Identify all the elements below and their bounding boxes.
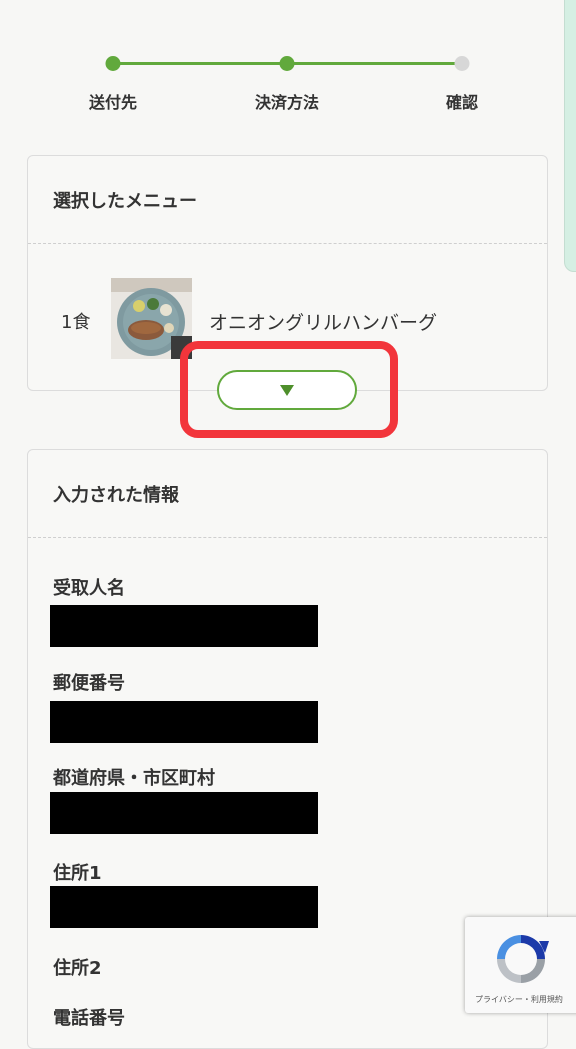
field-label-postal-code: 郵便番号 — [53, 673, 125, 694]
field-label-address2: 住所2 — [53, 958, 102, 979]
highlight-annotation — [180, 341, 398, 438]
step-label-shipping: 送付先 — [88, 93, 138, 112]
step-label-payment: 決済方法 — [254, 93, 320, 112]
field-label-recipient-name: 受取人名 — [53, 578, 125, 599]
field-label-address1: 住所1 — [53, 863, 102, 884]
redacted-postal-code — [50, 701, 318, 743]
selected-menu-title: 選択したメニュー — [28, 156, 547, 244]
menu-item-name: オニオングリルハンバーグ — [209, 312, 438, 334]
recaptcha-badge[interactable]: プライバシー・利用規約 — [465, 917, 576, 1013]
step-dot-payment — [279, 56, 295, 71]
redacted-recipient-name — [50, 605, 318, 647]
stepper-line-1 — [113, 62, 287, 65]
step-dot-confirm — [454, 56, 470, 71]
redacted-address1 — [50, 886, 318, 928]
recaptcha-icon — [497, 935, 549, 983]
menu-item-quantity: 1食 — [61, 312, 91, 333]
menu-item-photo — [111, 278, 192, 359]
stepper-line-2 — [287, 62, 462, 65]
step-label-confirm: 確認 — [445, 93, 479, 112]
checkout-stepper: 送付先 決済方法 確認 — [0, 0, 576, 120]
field-label-phone: 電話番号 — [53, 1008, 125, 1029]
entered-info-title: 入力された情報 — [28, 450, 547, 538]
step-dot-shipping — [105, 56, 121, 71]
recaptcha-links[interactable]: プライバシー・利用規約 — [475, 994, 563, 1005]
field-label-prefecture-city: 都道府県・市区町村 — [53, 768, 215, 789]
redacted-prefecture-city — [50, 792, 318, 834]
